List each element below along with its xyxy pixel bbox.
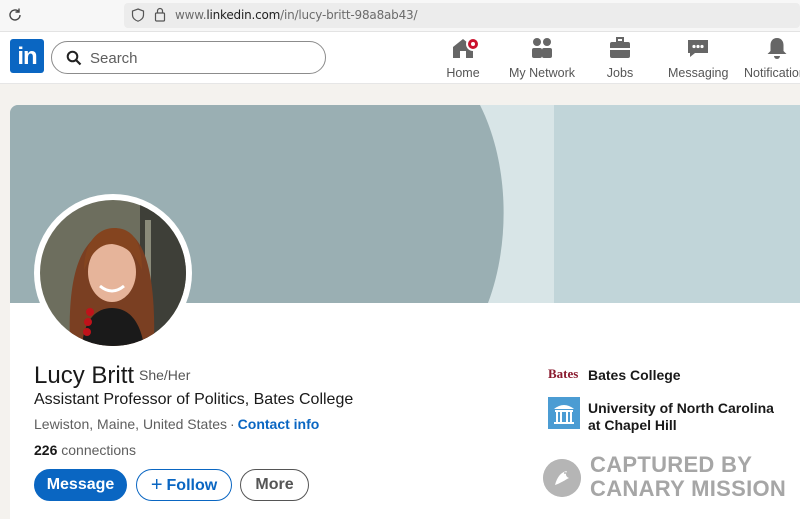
network-icon — [532, 38, 552, 58]
briefcase-icon — [610, 37, 630, 58]
nav-label-jobs: Jobs — [606, 66, 634, 80]
chat-icon — [688, 40, 708, 57]
education-name: Bates College — [588, 367, 681, 383]
connections-count[interactable]: 226 connections — [34, 442, 136, 458]
reload-icon[interactable] — [6, 6, 24, 24]
profile-name: Lucy Britt — [34, 362, 135, 389]
watermark-text: CAPTURED BY CANARY MISSION — [590, 453, 786, 501]
profile-headline: Assistant Professor of Politics, Bates C… — [34, 391, 354, 408]
separator: · — [230, 416, 235, 432]
linkedin-logo[interactable]: in — [10, 39, 44, 73]
profile-location: Lewiston, Maine, United States — [34, 416, 227, 432]
profile-pronouns: She/Her — [139, 367, 191, 383]
plus-icon: + — [150, 474, 163, 496]
nav-item-messaging[interactable]: Messaging — [668, 36, 728, 80]
top-nav: in Home My Network Jobs Messagi — [0, 32, 800, 84]
profile-photo[interactable] — [40, 200, 186, 346]
bell-icon — [767, 38, 787, 59]
follow-label: Follow — [166, 477, 218, 494]
connections-number: 226 — [34, 442, 58, 458]
nav-label-my-network: My Network — [509, 66, 575, 80]
profile-card: Lucy Britt She/Her Assistant Professor o… — [10, 105, 800, 519]
url-text[interactable]: www.linkedin.com/in/lucy-britt-98a8ab43/ — [175, 8, 417, 22]
contact-info-link[interactable]: Contact info — [238, 416, 320, 432]
profile-photo-image — [40, 200, 186, 346]
watermark-line-1: CAPTURED BY — [590, 452, 753, 477]
canary-logo — [543, 459, 581, 497]
browser-toolbar: www.linkedin.com/in/lucy-britt-98a8ab43/ — [0, 0, 800, 32]
notification-badge — [466, 37, 480, 51]
search-input[interactable] — [90, 48, 310, 68]
more-button[interactable]: More — [240, 469, 309, 501]
follow-button[interactable]: + Follow — [136, 469, 232, 501]
education-name: University of North Carolina at Chapel H… — [588, 400, 774, 433]
shield-icon[interactable] — [131, 8, 145, 22]
search-box[interactable] — [51, 41, 326, 74]
lock-icon[interactable] — [154, 7, 166, 22]
nav-label-messaging: Messaging — [668, 66, 729, 80]
connections-label: connections — [61, 442, 136, 458]
unc-logo — [548, 397, 580, 429]
watermark-line-2: CANARY MISSION — [590, 476, 787, 501]
nav-item-jobs[interactable]: Jobs — [600, 36, 640, 80]
bates-logo: Bates — [548, 366, 579, 381]
message-button[interactable]: Message — [34, 469, 127, 501]
nav-label-notifications: Notifications — [744, 66, 800, 80]
search-icon — [66, 50, 82, 66]
watermark: CAPTURED BY CANARY MISSION — [543, 453, 793, 503]
nav-label-home: Home — [446, 66, 480, 80]
nav-item-notifications[interactable]: Notifications — [744, 36, 800, 80]
location-row: Lewiston, Maine, United States · Contact i… — [34, 416, 319, 432]
nav-item-my-network[interactable]: My Network — [505, 36, 579, 80]
